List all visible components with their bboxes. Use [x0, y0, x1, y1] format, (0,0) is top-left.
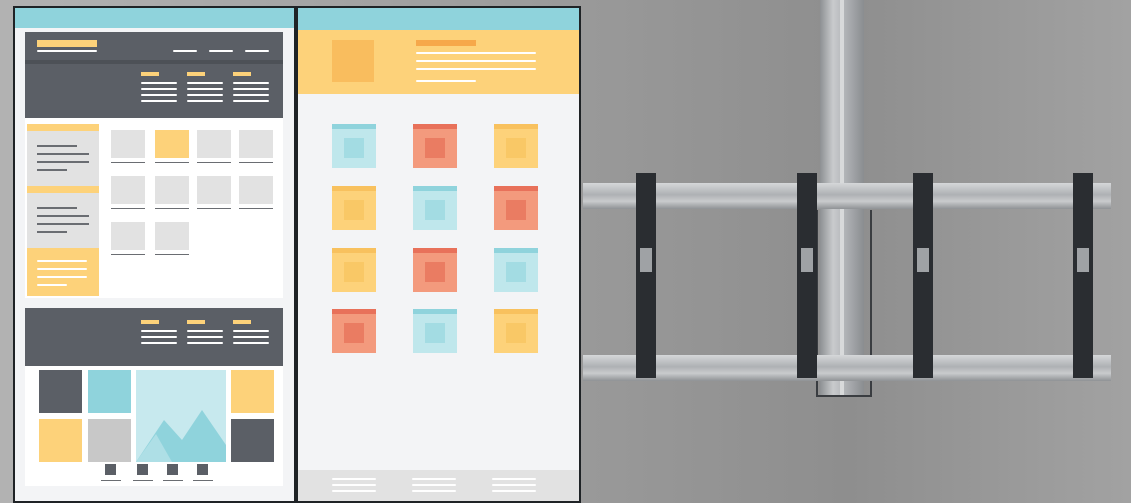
thumb-2 — [155, 130, 189, 158]
logo-block — [37, 40, 97, 47]
gallery-tile-3 — [231, 370, 274, 413]
sidebar-card-1 — [27, 124, 99, 189]
gallery-tile-5 — [88, 419, 131, 462]
bracket-upright-2 — [797, 173, 817, 378]
tile-inner — [344, 200, 364, 220]
tile-yellow — [332, 248, 376, 292]
tile-inner — [425, 138, 445, 158]
bracket-upright-1 — [636, 173, 656, 378]
tile-inner — [425, 323, 445, 343]
right-footer — [298, 470, 579, 501]
tile-inner — [344, 323, 364, 343]
thumb-1 — [111, 130, 145, 158]
tile-orange — [413, 124, 457, 168]
thumb-8 — [239, 176, 273, 204]
tile-inner — [344, 138, 364, 158]
tile-orange — [494, 186, 538, 230]
top-rail — [583, 183, 1111, 209]
tile-teal — [413, 309, 457, 353]
gallery-tile-6 — [231, 419, 274, 462]
right-screen-topbar — [298, 8, 579, 30]
thumb-4 — [239, 130, 273, 158]
tile-inner — [506, 138, 526, 158]
tile-inner — [425, 200, 445, 220]
thumb-6 — [155, 176, 189, 204]
tile-teal — [494, 248, 538, 292]
section-header-2 — [25, 308, 283, 366]
thumb-7 — [197, 176, 231, 204]
thumb-9 — [111, 222, 145, 250]
gallery-tile-1 — [39, 370, 82, 413]
tile-yellow — [494, 124, 538, 168]
thumb-5 — [111, 176, 145, 204]
gallery-image — [136, 370, 226, 462]
hero-header — [25, 32, 283, 122]
gallery-tile-2 — [88, 370, 131, 413]
bracket-upright-3 — [913, 173, 933, 378]
tile-inner — [506, 262, 526, 282]
tile-inner — [506, 200, 526, 220]
tile-orange — [413, 248, 457, 292]
tile-orange — [332, 309, 376, 353]
right-hero — [298, 30, 579, 94]
left-screen — [13, 6, 296, 503]
tile-yellow — [494, 309, 538, 353]
thumb-10 — [155, 222, 189, 250]
mountain-icon — [136, 410, 226, 462]
bracket-upright-4 — [1073, 173, 1093, 378]
tile-inner — [506, 323, 526, 343]
tile-inner — [425, 262, 445, 282]
sidebar-card-3 — [27, 248, 99, 296]
right-screen — [296, 6, 581, 503]
thumb-3 — [197, 130, 231, 158]
tile-inner — [344, 262, 364, 282]
tile-teal — [332, 124, 376, 168]
tile-teal — [413, 186, 457, 230]
tile-yellow — [332, 186, 376, 230]
left-screen-topbar — [15, 8, 294, 28]
sidebar-card-2 — [27, 186, 99, 251]
bottom-rail — [583, 355, 1111, 381]
gallery-tile-4 — [39, 419, 82, 462]
